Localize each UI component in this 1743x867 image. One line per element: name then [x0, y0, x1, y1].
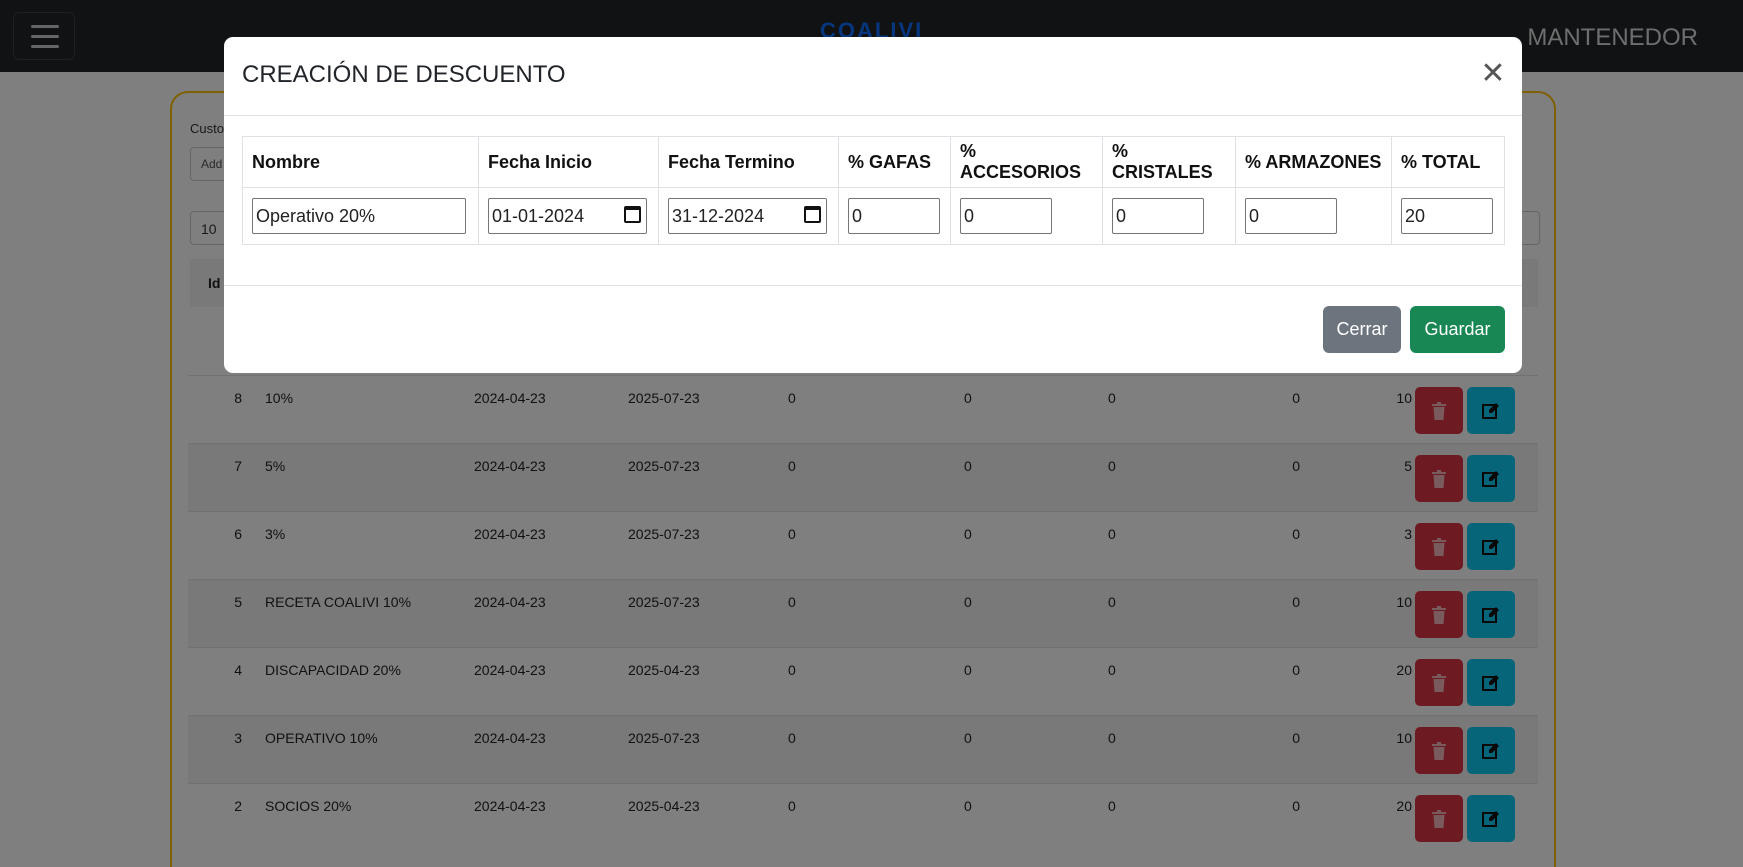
cell-fecha-termino	[658, 187, 839, 245]
total-input[interactable]	[1401, 198, 1493, 234]
cell-accesorios	[950, 187, 1103, 245]
cerrar-button[interactable]: Cerrar	[1323, 306, 1401, 353]
cell-cristales	[1102, 187, 1236, 245]
gafas-input[interactable]	[848, 198, 940, 234]
cell-armazones	[1235, 187, 1392, 245]
fecha-inicio-wrapper	[488, 198, 647, 234]
modal-header: CREACIÓN DE DESCUENTO ✕	[224, 37, 1522, 116]
cell-total	[1391, 187, 1505, 245]
header-fecha-termino: Fecha Termino	[658, 136, 839, 188]
guardar-button[interactable]: Guardar	[1410, 306, 1505, 353]
calendar-icon[interactable]	[804, 206, 821, 223]
cell-nombre	[242, 187, 479, 245]
header-total: % TOTAL	[1391, 136, 1505, 188]
fecha-termino-wrapper	[668, 198, 827, 234]
cell-gafas	[838, 187, 951, 245]
armazones-input[interactable]	[1245, 198, 1337, 234]
close-icon[interactable]: ✕	[1476, 57, 1510, 91]
modal-title: CREACIÓN DE DESCUENTO	[242, 61, 566, 88]
header-accesorios: % ACCESORIOS	[950, 136, 1103, 188]
header-cristales: % CRISTALES	[1102, 136, 1236, 188]
header-nombre: Nombre	[242, 136, 479, 188]
create-discount-modal: CREACIÓN DE DESCUENTO ✕ Nombre Fecha Ini…	[224, 37, 1522, 373]
modal-footer: Cerrar Guardar	[224, 285, 1522, 373]
discount-form-table: Nombre Fecha Inicio Fecha Termino % GAFA…	[242, 136, 1505, 245]
nombre-input[interactable]	[252, 198, 466, 234]
accesorios-input[interactable]	[960, 198, 1052, 234]
header-armazones: % ARMAZONES	[1235, 136, 1392, 188]
modal-body: Nombre Fecha Inicio Fecha Termino % GAFA…	[242, 136, 1505, 245]
header-gafas: % GAFAS	[838, 136, 951, 188]
cell-fecha-inicio	[478, 187, 659, 245]
header-fecha-inicio: Fecha Inicio	[478, 136, 659, 188]
cristales-input[interactable]	[1112, 198, 1204, 234]
calendar-icon[interactable]	[624, 206, 641, 223]
